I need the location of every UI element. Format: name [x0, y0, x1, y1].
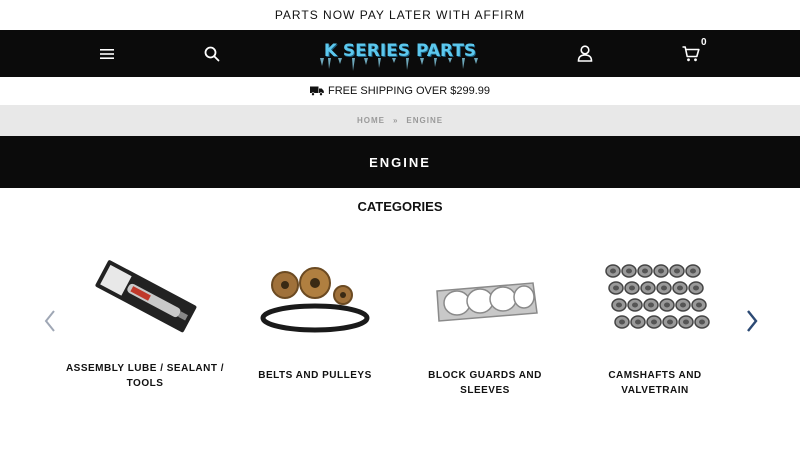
collection-banner: ENGINE — [0, 136, 800, 188]
logo-text: K SERIES PARTS — [323, 41, 477, 61]
category-label: ASSEMBLY LUBE / SEALANT / TOOLS — [65, 363, 225, 389]
category-card-assembly-lube[interactable]: ASSEMBLY LUBE / SEALANT / TOOLS — [65, 248, 225, 398]
camshafts-valvetrain-image — [575, 248, 735, 348]
menu-button[interactable] — [87, 30, 127, 77]
account-button[interactable] — [565, 30, 605, 77]
carousel-prev-button[interactable] — [40, 306, 60, 336]
category-card-camshafts-valvetrain[interactable]: CAMSHAFTS AND VALVETRAIN — [575, 248, 735, 398]
user-icon — [577, 45, 593, 62]
category-label: CAMSHAFTS AND VALVETRAIN — [608, 370, 702, 396]
category-card-belts-pulleys[interactable]: BELTS AND PULLEYS — [235, 248, 395, 398]
search-icon — [204, 46, 220, 61]
shipping-text: FREE SHIPPING OVER $299.99 — [327, 85, 490, 97]
breadcrumb-separator: » — [392, 116, 399, 125]
search-button[interactable] — [192, 30, 232, 77]
hamburger-icon — [100, 48, 114, 59]
cart-icon — [682, 45, 700, 61]
announcement-bar: PARTS NOW PAY LATER WITH AFFIRM — [0, 0, 800, 30]
announcement-text: PARTS NOW PAY LATER WITH AFFIRM — [274, 8, 526, 22]
cart-count-badge: 0 — [701, 37, 707, 48]
shipping-bar: FREE SHIPPING OVER $299.99 — [0, 77, 800, 105]
carousel-next-button[interactable] — [742, 306, 762, 336]
chevron-right-icon — [747, 310, 758, 332]
block-guards-image — [405, 248, 565, 348]
chevron-left-icon — [44, 310, 55, 332]
category-label: BLOCK GUARDS AND SLEEVES — [428, 370, 542, 396]
site-logo[interactable]: K SERIES PARTS — [318, 38, 482, 72]
truck-icon — [309, 86, 324, 96]
breadcrumb: HOME » ENGINE — [0, 105, 800, 136]
categories-heading: CATEGORIES — [357, 199, 443, 214]
category-label: BELTS AND PULLEYS — [258, 370, 372, 381]
site-header: K SERIES PARTS 0 — [0, 30, 800, 77]
breadcrumb-home-link[interactable]: HOME — [357, 116, 385, 125]
belts-pulleys-image — [235, 248, 395, 348]
breadcrumb-current: ENGINE — [406, 116, 444, 125]
assembly-lube-image — [65, 248, 225, 348]
page-title: ENGINE — [369, 154, 431, 170]
category-card-block-guards[interactable]: BLOCK GUARDS AND SLEEVES — [405, 248, 565, 398]
